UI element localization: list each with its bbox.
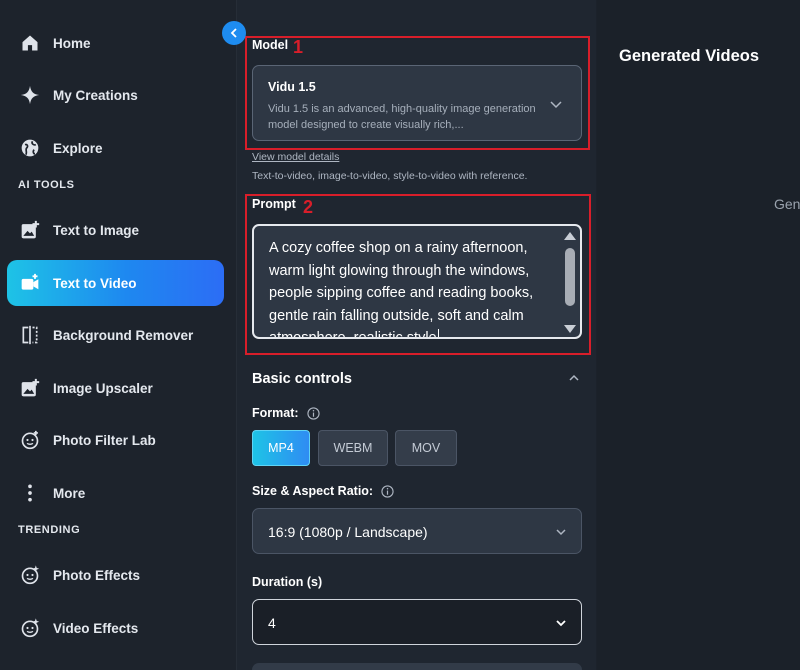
sparkle-icon — [19, 84, 41, 106]
chevron-down-icon — [556, 620, 566, 627]
section-label-ai-tools: AI TOOLS — [18, 179, 75, 191]
prompt-title: Prompt — [252, 197, 296, 211]
sidebar-item-photo-effects[interactable]: Photo Effects — [7, 552, 224, 598]
sidebar-item-label: Video Effects — [53, 620, 139, 636]
sidebar-item-text-to-image[interactable]: Text to Image — [7, 207, 224, 253]
model-description: Vidu 1.5 is an advanced, high-quality im… — [268, 103, 536, 131]
sidebar-item-label: Explore — [53, 140, 103, 156]
sidebar-item-video-effects[interactable]: Video Effects — [7, 605, 224, 651]
sidebar-item-image-upscaler[interactable]: Image Upscaler — [7, 365, 224, 411]
text-caret — [437, 329, 439, 337]
more-vertical-icon — [19, 482, 41, 504]
model-name: Vidu 1.5 — [268, 80, 316, 94]
size-aspect-value: 16:9 (1080p / Landscape) — [268, 524, 428, 540]
sidebar-item-label: Background Remover — [53, 327, 194, 343]
format-option-mov[interactable]: MOV — [395, 430, 457, 466]
model-title: Model — [252, 38, 289, 52]
sidebar-item-explore[interactable]: Explore — [7, 125, 224, 171]
face-sparkle-icon — [19, 564, 41, 586]
sidebar-item-text-to-video[interactable]: Text to Video — [7, 260, 224, 306]
sidebar-item-label: Photo Effects — [53, 567, 141, 583]
image-plus-icon — [19, 377, 41, 399]
home-icon — [19, 32, 41, 54]
chevron-down-icon — [556, 529, 566, 536]
format-option-mp4[interactable]: MP4 — [252, 430, 310, 466]
info-icon[interactable] — [381, 484, 394, 498]
scroll-up-arrow-icon[interactable] — [564, 232, 576, 240]
collapse-sidebar-button[interactable] — [222, 21, 246, 45]
duration-label: Duration (s) — [252, 575, 323, 589]
split-frame-icon — [19, 324, 41, 346]
prompt-text: A cozy coffee shop on a rainy afternoon,… — [269, 237, 559, 337]
globe-icon — [19, 137, 41, 159]
chevron-down-icon — [550, 101, 562, 109]
generated-videos-title: Generated Videos — [619, 47, 760, 65]
sidebar-item-label: My Creations — [53, 87, 138, 103]
size-aspect-select[interactable]: 16:9 (1080p / Landscape) — [252, 508, 582, 554]
model-selector[interactable]: Vidu 1.5 Vidu 1.5 is an advanced, high-q… — [252, 65, 582, 141]
chevron-up-icon[interactable] — [568, 372, 580, 384]
face-icon — [19, 429, 41, 451]
sidebar-item-label: Text to Image — [53, 222, 140, 238]
format-option-webm[interactable]: WEBM — [318, 430, 388, 466]
sidebar-item-label: Text to Video — [53, 275, 137, 291]
sidebar-item-photo-filter-lab[interactable]: Photo Filter Lab — [7, 417, 224, 463]
size-aspect-label: Size & Aspect Ratio: — [252, 484, 394, 498]
prompt-scrollbar[interactable] — [562, 228, 578, 337]
annotation-number-1: 1 — [293, 37, 304, 57]
model-help-text: Text-to-video, image-to-video, style-to-… — [252, 170, 528, 182]
video-plus-icon — [19, 272, 41, 294]
section-label-trending: TRENDING — [18, 524, 81, 536]
sidebar-item-label: Home — [53, 35, 91, 51]
info-icon[interactable] — [306, 406, 320, 420]
sidebar-item-label: Photo Filter Lab — [53, 432, 156, 448]
duration-value: 4 — [268, 615, 276, 631]
view-model-details-link[interactable]: View model details — [252, 151, 339, 163]
scroll-down-arrow-icon[interactable] — [564, 325, 576, 333]
basic-controls-heading: Basic controls — [252, 371, 352, 387]
generated-placeholder-text: Gen — [774, 196, 800, 212]
annotation-number-2: 2 — [303, 197, 314, 217]
sidebar-item-more[interactable]: More — [7, 470, 224, 516]
duration-select[interactable]: 4 — [252, 599, 582, 645]
sidebar-item-label: Image Upscaler — [53, 380, 153, 396]
sidebar-item-home[interactable]: Home — [7, 20, 224, 66]
sidebar: Home My Creations Explore AI TOOLS Text … — [0, 0, 236, 670]
prompt-textarea[interactable]: A cozy coffee shop on a rainy afternoon,… — [252, 224, 582, 339]
sidebar-item-background-remover[interactable]: Background Remover — [7, 312, 224, 358]
generation-form: Model 1 Vidu 1.5 Vidu 1.5 is an advanced… — [236, 0, 596, 670]
format-label: Format: — [252, 406, 320, 420]
generated-videos-area: Generated Videos Gen — [597, 0, 800, 670]
chevron-left-icon — [230, 28, 237, 38]
sidebar-item-label: More — [53, 485, 86, 501]
next-control-partial — [252, 663, 582, 670]
sidebar-item-my-creations[interactable]: My Creations — [7, 72, 224, 118]
face-sparkle-icon — [19, 617, 41, 639]
image-plus-icon — [19, 219, 41, 241]
scroll-thumb[interactable] — [565, 248, 575, 306]
